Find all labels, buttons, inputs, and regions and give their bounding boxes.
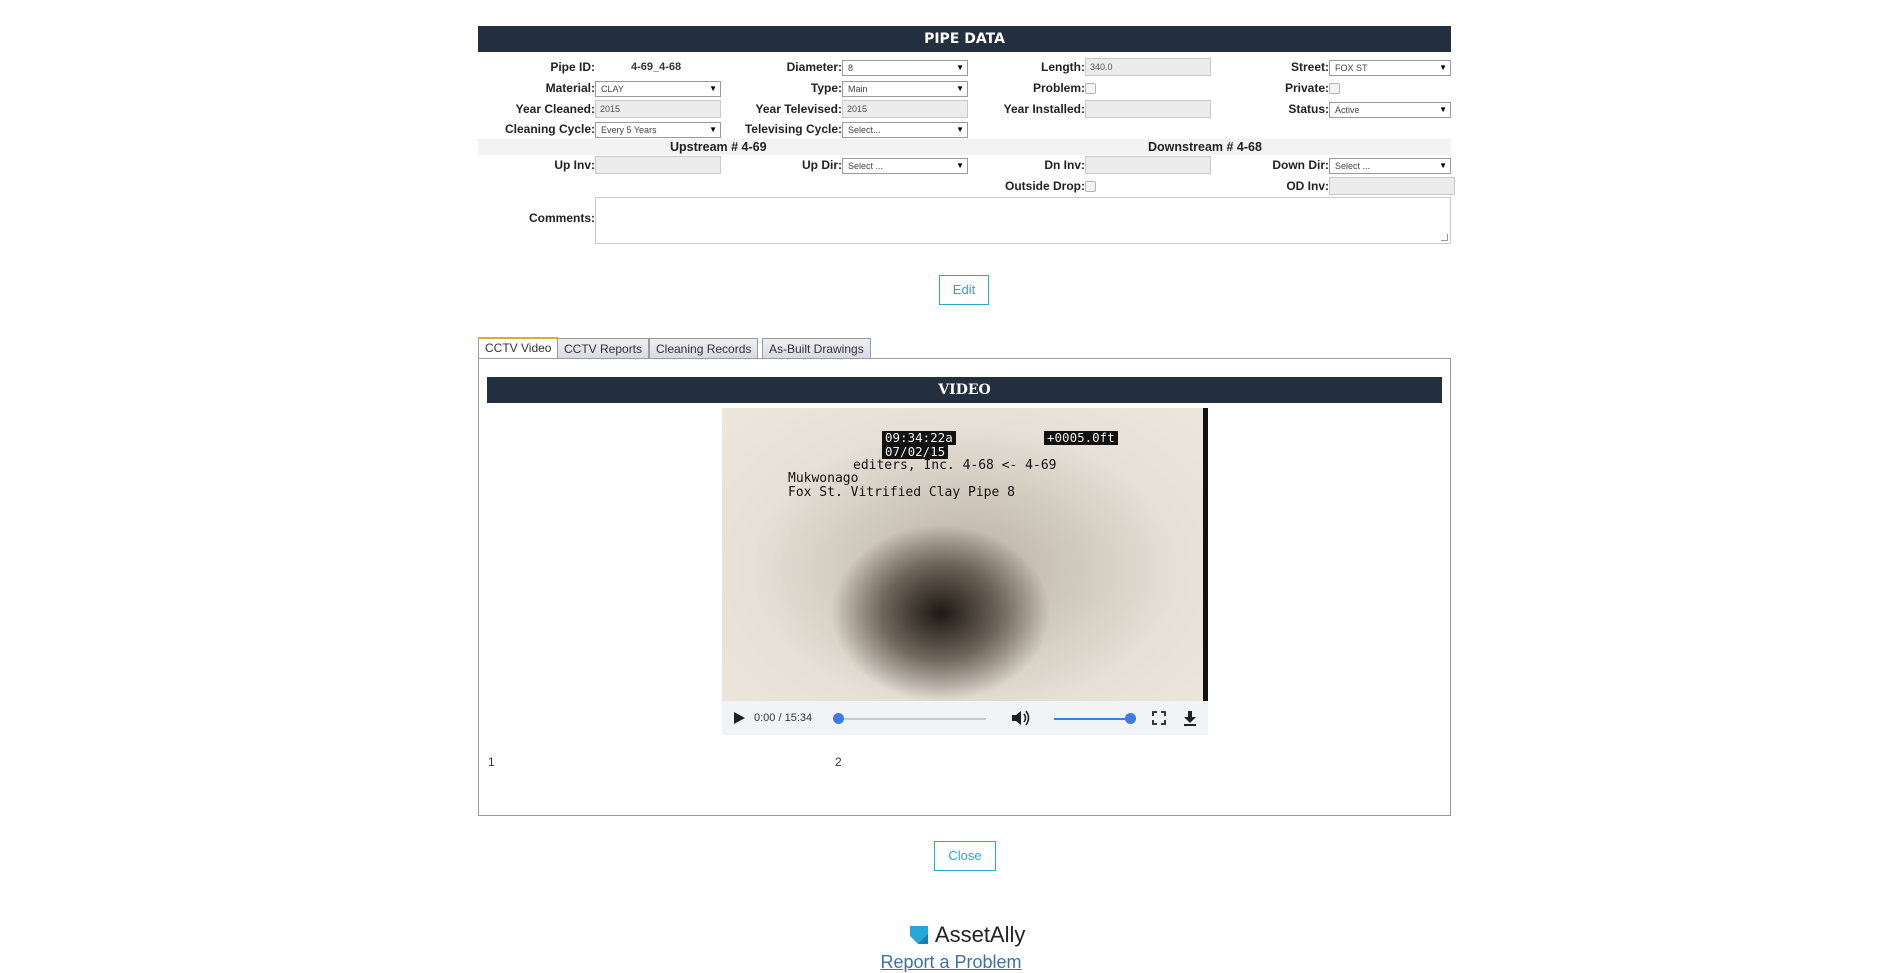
down-dir-label: Down Dir: <box>1272 158 1329 172</box>
length-label: Length: <box>1041 60 1085 74</box>
status-select[interactable]: Active ▼ <box>1329 102 1451 118</box>
cctv-video-panel: VIDEO 09:34:22a 07/02/15 +0005.0ft edite… <box>478 358 1451 816</box>
video-frame <box>722 408 1208 701</box>
comments-label: Comments: <box>528 211 595 225</box>
material-label: Material: <box>545 81 595 95</box>
play-icon[interactable] <box>732 711 746 725</box>
overlay-distance: +0005.0ft <box>1044 431 1118 445</box>
private-checkbox[interactable] <box>1329 83 1340 94</box>
seek-handle[interactable] <box>833 713 844 724</box>
up-dir-label: Up Dir: <box>802 158 842 172</box>
chevron-down-icon: ▼ <box>956 161 964 170</box>
resize-handle-icon[interactable] <box>1441 234 1448 241</box>
chevron-down-icon: ▼ <box>1439 63 1447 72</box>
pipe-id-label: Pipe ID: <box>550 60 595 74</box>
outside-drop-checkbox[interactable] <box>1085 181 1096 192</box>
type-select[interactable]: Main ▼ <box>842 81 968 97</box>
dn-inv-label: Dn Inv: <box>1044 158 1085 172</box>
edit-button[interactable]: Edit <box>939 275 989 305</box>
chevron-down-icon: ▼ <box>956 125 964 134</box>
comments-textarea[interactable] <box>595 197 1451 244</box>
cleaning-cycle-select[interactable]: Every 5 Years ▼ <box>595 122 721 138</box>
status-label: Status: <box>1288 102 1329 116</box>
year-cleaned-label: Year Cleaned: <box>515 102 595 116</box>
chevron-down-icon: ▼ <box>709 125 717 134</box>
tab-cleaning-records[interactable]: Cleaning Records <box>649 338 759 358</box>
pipe-data-header: PIPE DATA <box>478 26 1451 52</box>
material-select[interactable]: CLAY ▼ <box>595 81 721 97</box>
volume-slider[interactable] <box>1054 718 1130 720</box>
downstream-label: Downstream # 4-68 <box>1148 140 1262 154</box>
overlay-time: 09:34:22a <box>882 431 956 445</box>
chevron-down-icon: ▼ <box>709 84 717 93</box>
cleaning-cycle-label: Cleaning Cycle: <box>504 122 595 136</box>
televising-cycle-select[interactable]: Select... ▼ <box>842 122 968 138</box>
up-inv-field[interactable] <box>595 156 721 174</box>
pipe-data-form: Pipe ID: 4-69_4-68 Diameter: 8 ▼ Length: … <box>478 52 1455 305</box>
tab-cctv-video[interactable]: CCTV Video <box>478 337 559 359</box>
fullscreen-icon[interactable] <box>1152 711 1166 725</box>
overlay-date: 07/02/15 <box>882 445 949 459</box>
problem-label: Problem: <box>1032 81 1085 95</box>
street-label: Street: <box>1290 60 1329 74</box>
down-dir-select[interactable]: Select ... ▼ <box>1329 158 1451 174</box>
problem-checkbox[interactable] <box>1085 83 1096 94</box>
video-player[interactable]: 09:34:22a 07/02/15 +0005.0ft editers, In… <box>722 408 1208 701</box>
time-display: 0:00 / 15:34 <box>754 712 813 724</box>
year-installed-label: Year Installed: <box>1003 102 1085 116</box>
year-cleaned-field[interactable]: 2015 <box>595 100 721 118</box>
logo-mark-icon <box>910 926 928 944</box>
volume-handle[interactable] <box>1125 713 1136 724</box>
type-label: Type: <box>810 81 842 95</box>
volume-icon[interactable] <box>1010 709 1032 727</box>
year-televised-label: Year Televised: <box>755 102 843 116</box>
seek-bar[interactable] <box>838 718 986 720</box>
overlay-line-2: Mukwonago <box>788 471 859 486</box>
stream-band <box>478 139 1451 155</box>
tab-as-built-drawings[interactable]: As-Built Drawings <box>762 338 871 358</box>
od-inv-label: OD Inv: <box>1286 179 1329 193</box>
od-inv-field[interactable] <box>1329 177 1455 195</box>
chevron-down-icon: ▼ <box>956 63 964 72</box>
chevron-down-icon: ▼ <box>1439 105 1447 114</box>
upstream-label: Upstream # 4-69 <box>670 140 767 154</box>
chevron-down-icon: ▼ <box>1439 161 1447 170</box>
diameter-label: Diameter: <box>786 60 842 74</box>
video-controls: 0:00 / 15:34 <box>722 701 1208 735</box>
diameter-select[interactable]: 8 ▼ <box>842 60 968 76</box>
chevron-down-icon: ▼ <box>956 84 964 93</box>
logo-text: AssetAlly <box>934 922 1026 947</box>
up-inv-label: Up Inv: <box>554 158 595 172</box>
overlay-line-3: Fox St. Vitrified Clay Pipe 8 <box>788 485 1015 500</box>
tab-cctv-reports[interactable]: CCTV Reports <box>557 338 650 358</box>
year-televised-field[interactable]: 2015 <box>842 100 968 118</box>
outside-drop-label: Outside Drop: <box>1005 179 1085 193</box>
up-dir-select[interactable]: Select ... ▼ <box>842 158 968 174</box>
close-button[interactable]: Close <box>934 841 996 871</box>
page-link-2[interactable]: 2 <box>835 755 842 769</box>
overlay-line-1: editers, Inc. 4-68 <- 4-69 <box>853 458 1057 473</box>
dn-inv-field[interactable] <box>1085 156 1211 174</box>
page-link-1[interactable]: 1 <box>488 755 495 769</box>
televising-cycle-label: Televising Cycle: <box>744 122 842 136</box>
asset-ally-logo: AssetAlly <box>910 922 1025 948</box>
pipe-id-value: 4-69_4-68 <box>631 61 682 73</box>
pipe-data-page: PIPE DATA Pipe ID: 4-69_4-68 Diameter: 8… <box>478 26 1455 871</box>
year-installed-field[interactable] <box>1085 100 1211 118</box>
private-label: Private: <box>1284 81 1329 95</box>
video-header: VIDEO <box>487 377 1442 403</box>
length-field[interactable]: 340.0 <box>1085 58 1211 76</box>
street-select[interactable]: FOX ST ▼ <box>1329 60 1451 76</box>
video-edge <box>1203 408 1208 701</box>
download-icon[interactable] <box>1183 710 1197 726</box>
